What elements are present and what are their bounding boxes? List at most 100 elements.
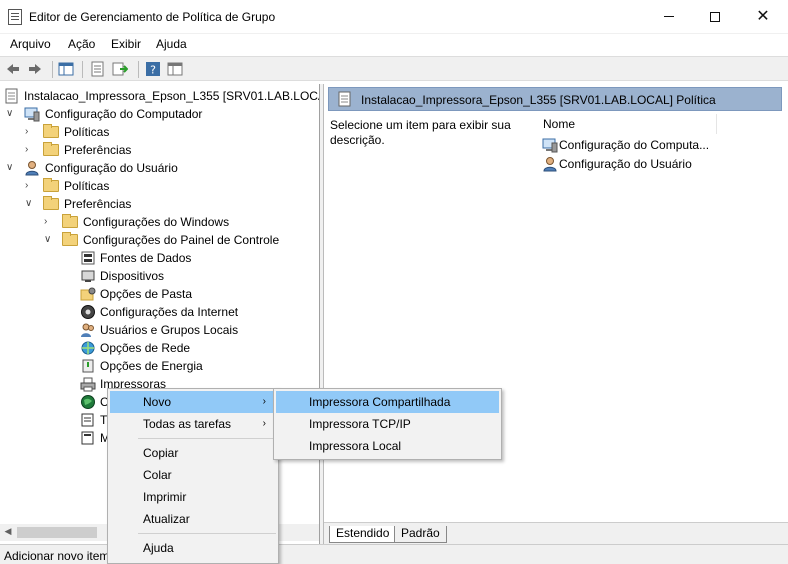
folder-icon (43, 178, 59, 192)
context-menu-ajuda[interactable]: Ajuda (110, 537, 276, 559)
details-header-title: Instalacao_Impressora_Epson_L355 [SRV01.… (361, 93, 716, 107)
computer-icon (24, 107, 40, 122)
status-text: Adicionar novo item (4, 549, 110, 563)
column-header-name[interactable]: Nome (543, 117, 575, 131)
help-icon[interactable]: ? (145, 61, 161, 77)
context-menu-copiar[interactable]: Copiar (110, 442, 276, 464)
menu-bar: Arquivo Ação Exibir Ajuda (0, 34, 788, 54)
menu-item-label: Ajuda (143, 541, 174, 555)
menu-arquivo[interactable]: Arquivo (10, 37, 51, 51)
menu-item-label: Copiar (143, 446, 179, 460)
printer-icon (80, 377, 96, 392)
tree-label: Usuários e Grupos Locais (100, 323, 239, 337)
task-icon (81, 413, 94, 427)
scroll-left-icon[interactable]: ◀ (1, 526, 15, 539)
toolbar-separator (52, 61, 53, 78)
toolbar-separator (138, 61, 139, 78)
menu-ajuda[interactable]: Ajuda (156, 37, 187, 51)
tree-label: Configurações do Painel de Controle (83, 233, 280, 247)
tree-label: Configurações do Windows (83, 215, 230, 229)
folder-icon (43, 196, 59, 210)
menu-item-label: Atualizar (143, 512, 190, 526)
minimize-button[interactable] (646, 0, 692, 34)
toolbar-separator (82, 61, 83, 78)
users-groups-icon (81, 323, 94, 337)
menu-item-label: Colar (143, 468, 172, 482)
maximize-button[interactable] (692, 0, 738, 34)
chevron-right-icon: › (262, 396, 266, 407)
gpo-document-icon (338, 91, 351, 107)
chevron-right-icon: › (262, 418, 266, 429)
folder-icon (43, 142, 59, 156)
chevron-right-icon[interactable]: › (25, 127, 35, 137)
tree-label: Opções de Pasta (100, 287, 193, 301)
view-icon[interactable] (167, 61, 183, 77)
network-options-icon (81, 341, 95, 355)
menu-item-label: Impressora Local (309, 439, 402, 453)
internet-settings-icon (81, 305, 95, 319)
svg-text:?: ? (150, 64, 156, 77)
chevron-right-icon[interactable]: › (44, 217, 54, 227)
submenu-shared-printer[interactable]: Impressora Compartilhada (276, 391, 499, 413)
context-menu-atualizar[interactable]: Atualizar (110, 508, 276, 530)
tree-label: Configurações da Internet (100, 305, 239, 319)
view-tabs: Estendido Padrão (324, 522, 788, 544)
tree-label: Configuração do Computador (45, 107, 203, 121)
details-header: Instalacao_Impressora_Epson_L355 [SRV01.… (328, 87, 782, 111)
tab-padrao[interactable]: Padrão (394, 526, 447, 543)
folder-options-icon (80, 287, 96, 301)
menu-item-label: Impressora Compartilhada (309, 395, 451, 409)
menu-divider (138, 438, 276, 439)
context-menu-colar[interactable]: Colar (110, 464, 276, 486)
data-sources-icon (81, 251, 95, 265)
tree-label: Configuração do Usuário (45, 161, 178, 175)
tree-label: Opções de Energia (100, 359, 203, 373)
context-menu: Novo › Todas as tarefas › Copiar Colar I… (107, 388, 279, 564)
context-menu-novo[interactable]: Novo › (110, 391, 276, 413)
properties-icon[interactable] (90, 61, 106, 77)
user-icon (25, 161, 39, 176)
forward-arrow-icon[interactable] (27, 61, 43, 77)
menu-acao[interactable]: Ação (68, 37, 95, 51)
chevron-down-icon[interactable]: ∨ (44, 235, 54, 245)
folder-icon (62, 214, 78, 228)
title-bar: Editor de Gerenciamento de Política de G… (0, 0, 788, 34)
chevron-right-icon[interactable]: › (25, 181, 35, 191)
tab-estendido[interactable]: Estendido (329, 526, 397, 543)
folder-icon (43, 124, 59, 138)
details-pane: Instalacao_Impressora_Epson_L355 [SRV01.… (324, 84, 788, 544)
column-divider[interactable] (716, 114, 717, 134)
gpo-document-icon (5, 88, 18, 104)
tree-label: Preferências (64, 143, 132, 157)
list-item-label: Configuração do Usuário (559, 157, 692, 171)
menu-icon (81, 431, 94, 445)
submenu-novo: Impressora Compartilhada Impressora TCP/… (273, 388, 502, 460)
tree-label: Políticas (64, 179, 110, 193)
close-button[interactable]: ✕ (740, 0, 786, 34)
submenu-local-printer[interactable]: Impressora Local (276, 435, 499, 457)
power-options-icon (82, 359, 94, 373)
chevron-right-icon[interactable]: › (25, 145, 35, 155)
back-arrow-icon[interactable] (5, 61, 21, 77)
gpo-editor-app-icon (8, 9, 22, 25)
menu-divider (138, 533, 276, 534)
chevron-down-icon[interactable]: ∨ (6, 163, 16, 173)
context-menu-todas-tarefas[interactable]: Todas as tarefas › (110, 413, 276, 435)
menu-exibir[interactable]: Exibir (111, 37, 141, 51)
menu-item-label: Todas as tarefas (143, 417, 232, 431)
scrollbar-thumb[interactable] (17, 527, 97, 538)
user-icon (543, 157, 557, 172)
menu-item-label: Novo (143, 395, 172, 409)
show-hide-tree-icon[interactable] (58, 61, 74, 77)
list-item-label: Configuração do Computa... (559, 138, 710, 152)
menu-item-label: Imprimir (143, 490, 187, 504)
tree-label: Preferências (64, 197, 132, 211)
devices-icon (81, 270, 95, 282)
computer-icon (542, 138, 558, 153)
submenu-tcpip-printer[interactable]: Impressora TCP/IP (276, 413, 499, 435)
export-list-icon[interactable] (112, 61, 128, 77)
chevron-down-icon[interactable]: ∨ (25, 199, 35, 209)
description-text: Selecione um item para exibir sua descri… (330, 118, 511, 147)
chevron-down-icon[interactable]: ∨ (6, 109, 16, 119)
context-menu-imprimir[interactable]: Imprimir (110, 486, 276, 508)
